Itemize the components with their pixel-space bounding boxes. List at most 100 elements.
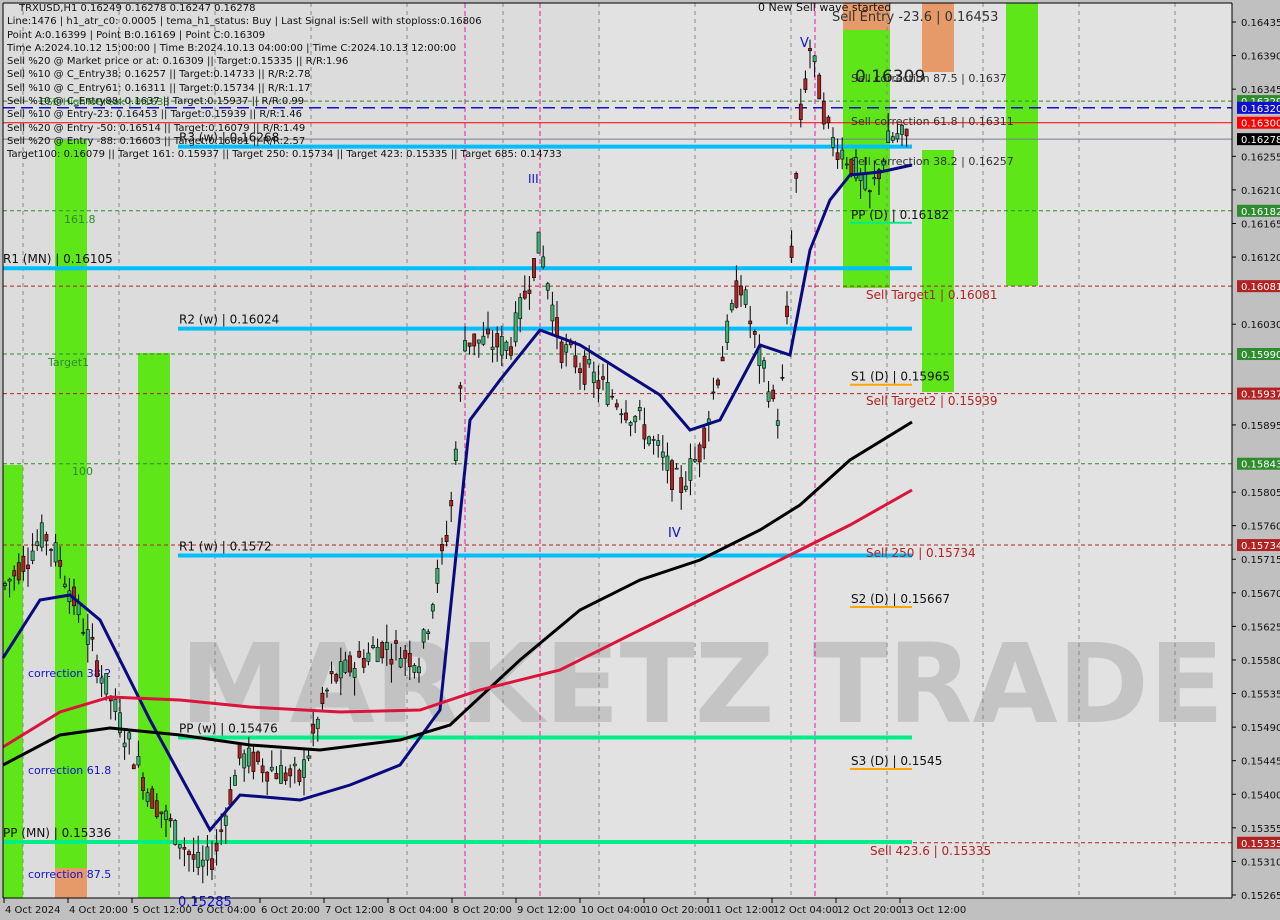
candle-body: [440, 544, 444, 552]
candle-body: [21, 555, 26, 572]
price-tag-label: 0.16320: [1241, 104, 1280, 115]
info-line: Time A:2024.10.12 15:00:00 | Time B:2024…: [7, 42, 457, 54]
candle-body: [499, 336, 504, 356]
candle-body: [665, 455, 670, 471]
candle-body: [881, 160, 886, 166]
candle-body: [798, 103, 803, 120]
candle-body: [375, 646, 380, 663]
candle-body: [426, 631, 431, 634]
info-line: TRXUSD,H1 0.16249 0.16278 0.16247 0.1627…: [19, 3, 256, 14]
candle-body: [490, 346, 495, 350]
x-tick-label: 13 Oct 12:00: [901, 905, 966, 916]
candle-body: [504, 341, 509, 351]
candle-body: [154, 800, 159, 818]
candle-body: [53, 542, 58, 563]
candle-body: [794, 173, 799, 179]
annotation: correction 61.8: [28, 764, 111, 777]
candle-body: [688, 458, 693, 481]
candle-body: [182, 847, 187, 850]
candle-body: [476, 339, 481, 344]
candle-body: [242, 753, 247, 769]
sell-level-label: Sell Target1 | 0.16081: [866, 288, 998, 302]
candle-body: [610, 395, 615, 398]
y-tick-label: 0.16210: [1241, 186, 1280, 197]
candle-body: [311, 723, 316, 734]
x-tick-label: 12 Oct 04:00: [773, 905, 838, 916]
candle-body: [210, 858, 214, 870]
y-tick-label: 0.15805: [1241, 488, 1280, 499]
candle-body: [453, 448, 458, 461]
candle-body: [7, 578, 12, 582]
y-tick-label: 0.16030: [1241, 320, 1280, 331]
candle-body: [674, 467, 679, 470]
x-tick-label: 8 Oct 04:00: [389, 905, 448, 916]
candle-body: [200, 859, 205, 867]
y-tick-label: 0.15535: [1241, 690, 1280, 701]
candle-body: [532, 258, 536, 279]
candle-body: [513, 312, 518, 343]
x-tick-label: 4 Oct 2024: [5, 905, 60, 916]
annotation: 161.8: [64, 213, 96, 226]
candle-body: [136, 755, 141, 766]
candle-body: [821, 100, 826, 125]
candle-body: [725, 320, 730, 343]
candle-body: [173, 820, 178, 845]
y-tick-label: 0.16120: [1241, 253, 1280, 264]
candle-body: [670, 460, 674, 490]
candle-body: [90, 636, 95, 640]
candle-body: [766, 391, 771, 402]
candle-body: [449, 500, 454, 507]
candle-body: [826, 116, 831, 124]
candle-body: [394, 640, 398, 644]
candle-body: [269, 766, 274, 771]
signal-zone: [922, 150, 954, 392]
info-line: Line:1476 | h1_atr_c0: 0.0005 | tema_h1_…: [7, 16, 482, 28]
annotation: V: [800, 36, 809, 51]
candle-body: [835, 152, 840, 160]
annotation: 100: [72, 465, 93, 478]
watermark: MARKETZ TRADE: [180, 620, 1224, 748]
candle-body: [246, 747, 251, 767]
pivot-label: S1 (D) | 0.15965: [851, 370, 950, 384]
candle-body: [49, 549, 53, 551]
candle-body: [555, 317, 559, 338]
candle-body: [302, 759, 306, 778]
candle-body: [651, 439, 656, 441]
candle-body: [228, 789, 233, 805]
candle-body: [647, 436, 651, 445]
pivot-label: S3 (D) | 0.1545: [851, 754, 942, 768]
candle-body: [886, 130, 891, 143]
candle-body: [3, 583, 7, 586]
candle-body: [559, 341, 564, 363]
info-line: Sell %10 @ C_Entry88: 0.1637 || Target:0…: [7, 96, 305, 108]
x-tick-label: 4 Oct 20:00: [69, 905, 128, 916]
candle-body: [900, 125, 904, 135]
candle-body: [812, 55, 817, 63]
annotation: Target1: [47, 356, 89, 369]
candle-body: [619, 413, 624, 416]
candle-body: [734, 280, 739, 308]
candle-body: [637, 407, 642, 412]
price-tag-label: 0.15843: [1241, 460, 1280, 471]
candle-body: [251, 751, 256, 772]
candle-body: [624, 412, 628, 421]
candle-body: [279, 765, 283, 784]
candle-body: [596, 380, 601, 389]
candle-body: [191, 854, 196, 860]
y-tick-label: 0.15625: [1241, 622, 1280, 633]
candle-body: [357, 650, 362, 658]
candle-body: [223, 815, 228, 826]
candle-body: [582, 355, 587, 385]
candle-body: [458, 385, 463, 389]
candle-body: [384, 642, 389, 650]
y-tick-label: 0.15310: [1241, 857, 1280, 868]
x-tick-label: 7 Oct 12:00: [325, 905, 384, 916]
info-line: Sell %10 @ C_Entry38: 0.16257 || Target:…: [7, 69, 311, 81]
sell-level-label: Sell 250 | 0.15734: [866, 546, 976, 560]
candle-body: [729, 303, 734, 311]
candle-body: [472, 333, 477, 347]
pivot-label: S2 (D) | 0.15667: [851, 592, 950, 606]
candle-body: [343, 659, 348, 673]
candle-body: [325, 689, 329, 692]
y-tick-label: 0.15670: [1241, 589, 1280, 600]
